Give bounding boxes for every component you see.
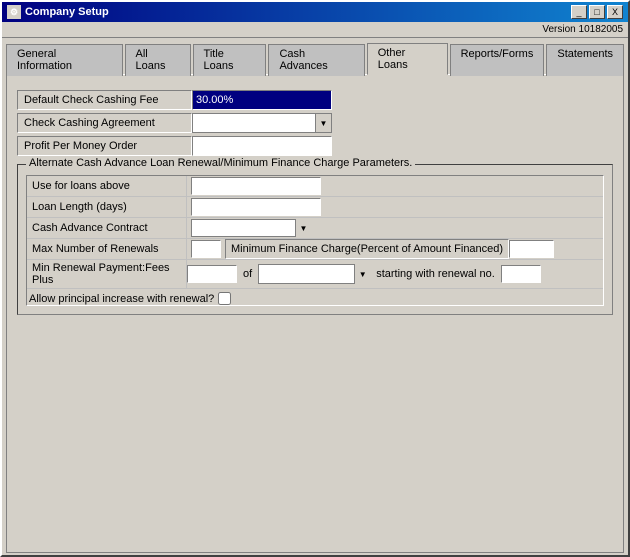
tab-reports-forms[interactable]: Reports/Forms (450, 44, 545, 76)
title-bar: ⚙ Company Setup _ □ X (2, 2, 628, 22)
app-icon: ⚙ (7, 5, 21, 19)
tab-other-loans[interactable]: Other Loans (367, 43, 448, 75)
title-bar-left: ⚙ Company Setup (7, 5, 109, 19)
use-for-loans-row: Use for loans above (27, 176, 603, 197)
group-title: Alternate Cash Advance Loan Renewal/Mini… (26, 157, 415, 169)
cash-advance-contract-select-wrapper[interactable]: ▼ (191, 219, 311, 237)
cash-advance-contract-select[interactable] (191, 219, 311, 237)
check-cashing-agreement-label: Check Cashing Agreement (17, 113, 192, 133)
use-for-loans-input[interactable] (191, 177, 321, 195)
loan-length-input[interactable] (191, 198, 321, 216)
check-cashing-agreement-select[interactable] (193, 114, 331, 132)
renewal-payment-fields: of ▼ starting with renewal no. (187, 264, 541, 284)
version-bar: Version 10182005 (2, 22, 628, 38)
loan-length-row: Loan Length (days) (27, 197, 603, 218)
top-fields-section: Default Check Cashing Fee Check Cashing … (17, 90, 613, 156)
version-text: Version 10182005 (542, 24, 623, 35)
default-check-label: Default Check Cashing Fee (17, 90, 192, 110)
profit-per-money-order-input[interactable] (192, 136, 332, 156)
title-buttons: _ □ X (571, 5, 623, 19)
default-check-fee-row: Default Check Cashing Fee (17, 90, 613, 110)
use-for-loans-label: Use for loans above (27, 176, 187, 196)
tabs-row: General Information All Loans Title Loan… (2, 38, 628, 74)
window-title: Company Setup (25, 6, 109, 18)
max-renewals-label: Max Number of Renewals (27, 239, 187, 259)
profit-money-order-row: Profit Per Money Order (17, 136, 613, 156)
max-renewals-input[interactable] (191, 240, 221, 258)
cash-advance-contract-label: Cash Advance Contract (27, 218, 187, 238)
starting-renewal-no-input[interactable] (501, 265, 541, 283)
allow-principal-label: Allow principal increase with renewal? (29, 293, 214, 305)
main-window: ⚙ Company Setup _ □ X Version 10182005 G… (0, 0, 630, 557)
renewals-row: Minimum Finance Charge(Percent of Amount… (187, 239, 554, 259)
renewal-payment-input[interactable] (187, 265, 237, 283)
tab-all-loans[interactable]: All Loans (125, 44, 191, 76)
tab-statements[interactable]: Statements (546, 44, 624, 76)
close-button[interactable]: X (607, 5, 623, 19)
minimize-button[interactable]: _ (571, 5, 587, 19)
tab-title-loans[interactable]: Title Loans (193, 44, 267, 76)
loan-length-label: Loan Length (days) (27, 197, 187, 217)
min-finance-charge-label: Minimum Finance Charge(Percent of Amount… (225, 239, 509, 259)
min-renewal-row: Min Renewal Payment:Fees Plus of ▼ start… (27, 260, 603, 289)
chevron-down-icon: ▼ (295, 219, 311, 237)
default-check-input[interactable] (192, 90, 332, 110)
chevron-down-icon: ▼ (354, 264, 370, 284)
starting-text: starting with renewal no. (373, 268, 498, 280)
check-cashing-agreement-row: Check Cashing Agreement ▼ (17, 113, 613, 133)
tab-general-information[interactable]: General Information (6, 44, 123, 76)
allow-principal-checkbox[interactable] (218, 292, 231, 305)
inner-table: Use for loans above Loan Length (days) C… (26, 175, 604, 306)
tab-cash-advances[interactable]: Cash Advances (268, 44, 364, 76)
allow-principal-checkbox-row: Allow principal increase with renewal? (27, 292, 231, 305)
profit-per-money-order-label: Profit Per Money Order (17, 136, 192, 156)
renewal-of-select-wrapper[interactable]: ▼ (258, 264, 370, 284)
check-cashing-agreement-select-wrapper[interactable]: ▼ (192, 113, 332, 133)
content-area: Default Check Cashing Fee Check Cashing … (6, 74, 624, 553)
maximize-button[interactable]: □ (589, 5, 605, 19)
cash-advance-contract-row: Cash Advance Contract ▼ (27, 218, 603, 239)
allow-principal-row: Allow principal increase with renewal? (27, 289, 603, 305)
min-renewal-label: Min Renewal Payment:Fees Plus (27, 260, 187, 288)
max-renewals-row: Max Number of Renewals Minimum Finance C… (27, 239, 603, 260)
min-finance-input[interactable] (509, 240, 554, 258)
alternate-cash-advance-group: Alternate Cash Advance Loan Renewal/Mini… (17, 164, 613, 315)
of-text: of (240, 268, 255, 280)
chevron-down-icon: ▼ (315, 114, 331, 132)
